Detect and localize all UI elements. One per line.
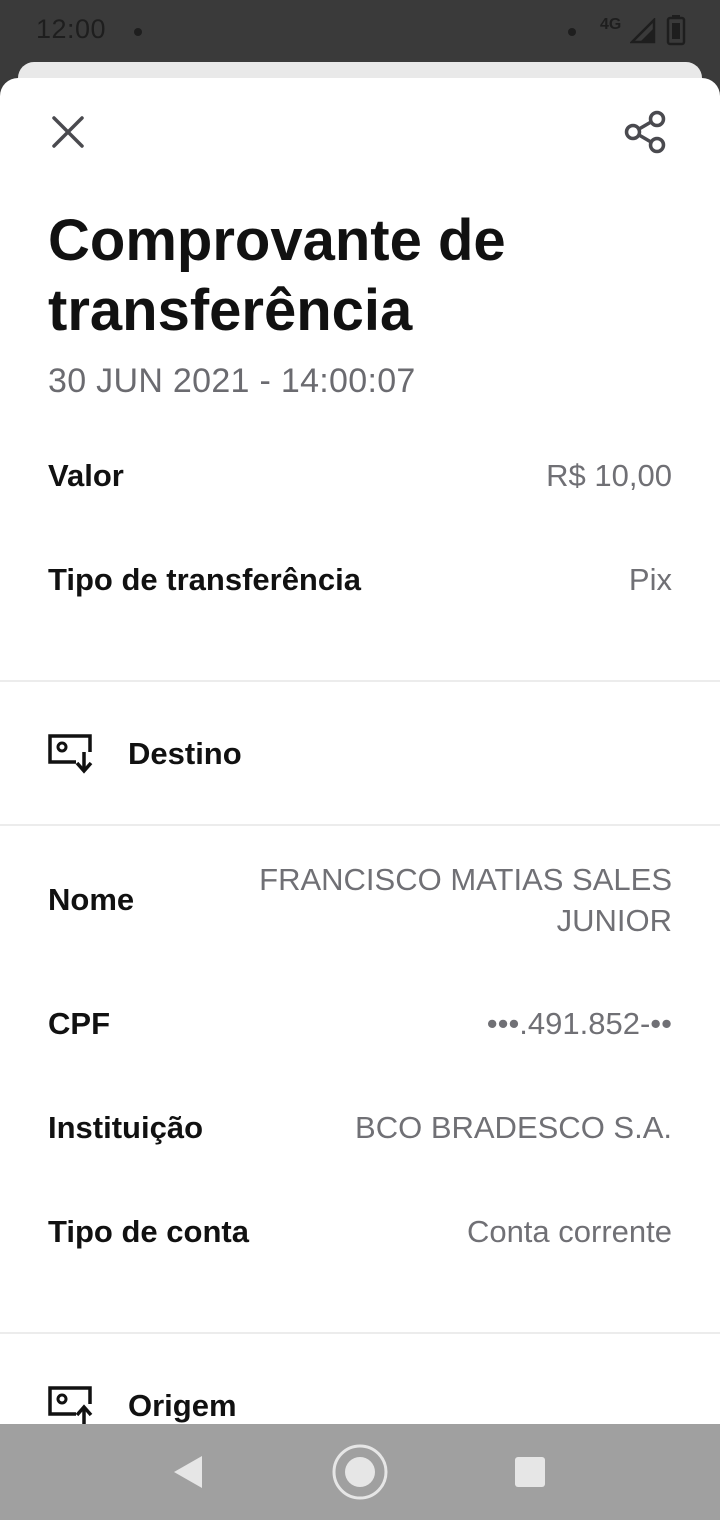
transfer-datetime: 30 JUN 2021 - 14:00:07	[48, 362, 416, 400]
status-bar: 12:00 4G	[0, 0, 720, 64]
destino-row-tipo-conta: Tipo de conta Conta corrente	[48, 1208, 672, 1256]
divider	[0, 680, 720, 682]
section-origem: Origem	[48, 1386, 237, 1424]
summary-row-tipo: Tipo de transferência Pix	[48, 556, 672, 604]
tipo-conta-label: Tipo de conta	[48, 1214, 249, 1249]
section-origem-label: Origem	[128, 1388, 237, 1423]
network-type: 4G	[600, 16, 622, 33]
share-button[interactable]	[618, 104, 674, 160]
close-button[interactable]	[40, 104, 96, 160]
section-destino-label: Destino	[128, 736, 242, 771]
status-time: 12:00	[36, 14, 107, 44]
tipo-conta-value: Conta corrente	[466, 1214, 672, 1249]
valor-label: Valor	[48, 458, 124, 493]
section-destino: Destino	[48, 734, 242, 774]
cpf-value: •••.491.852-••	[486, 1006, 672, 1041]
receipt-sheet: Comprovante de transferência 30 JUN 2021…	[0, 78, 720, 1424]
nav-home-button[interactable]	[328, 1440, 392, 1504]
send-money-icon	[48, 1386, 94, 1424]
tipo-transferencia-value: Pix	[628, 562, 672, 597]
page-title-line1: Comprovante de	[48, 208, 506, 273]
nome-label: Nome	[48, 882, 135, 917]
status-dot-icon	[568, 28, 576, 36]
summary-row-valor: Valor R$ 10,00	[48, 452, 672, 500]
receive-money-icon	[48, 734, 94, 774]
navigation-bar	[0, 1424, 720, 1520]
close-icon	[52, 116, 84, 148]
page-title-line2: transferência	[48, 278, 413, 343]
signal-icon	[630, 18, 656, 44]
instituicao-label: Instituição	[48, 1110, 204, 1145]
instituicao-value: BCO BRADESCO S.A.	[355, 1110, 672, 1145]
nome-value: FRANCISCO MATIAS SALES JUNIOR	[259, 859, 672, 941]
divider	[0, 824, 720, 826]
page-title: Comprovante de transferência	[48, 206, 688, 346]
destino-row-nome: Nome FRANCISCO MATIAS SALES JUNIOR	[48, 858, 672, 942]
battery-icon	[666, 15, 686, 46]
divider	[0, 1332, 720, 1334]
cpf-label: CPF	[48, 1006, 110, 1041]
notification-dot-icon	[134, 28, 142, 36]
recents-square-icon	[515, 1457, 545, 1487]
tipo-transferencia-label: Tipo de transferência	[48, 562, 361, 597]
back-triangle-icon	[174, 1456, 202, 1488]
home-circle-icon	[332, 1444, 388, 1500]
nav-back-button[interactable]	[156, 1440, 220, 1504]
nome-value-line2: JUNIOR	[556, 903, 672, 938]
valor-value: R$ 10,00	[546, 458, 672, 493]
nav-recents-button[interactable]	[498, 1440, 562, 1504]
destino-row-cpf: CPF •••.491.852-••	[48, 1000, 672, 1048]
share-icon	[624, 110, 666, 154]
nome-value-line1: FRANCISCO MATIAS SALES	[259, 862, 672, 897]
destino-row-instituicao: Instituição BCO BRADESCO S.A.	[48, 1104, 672, 1152]
